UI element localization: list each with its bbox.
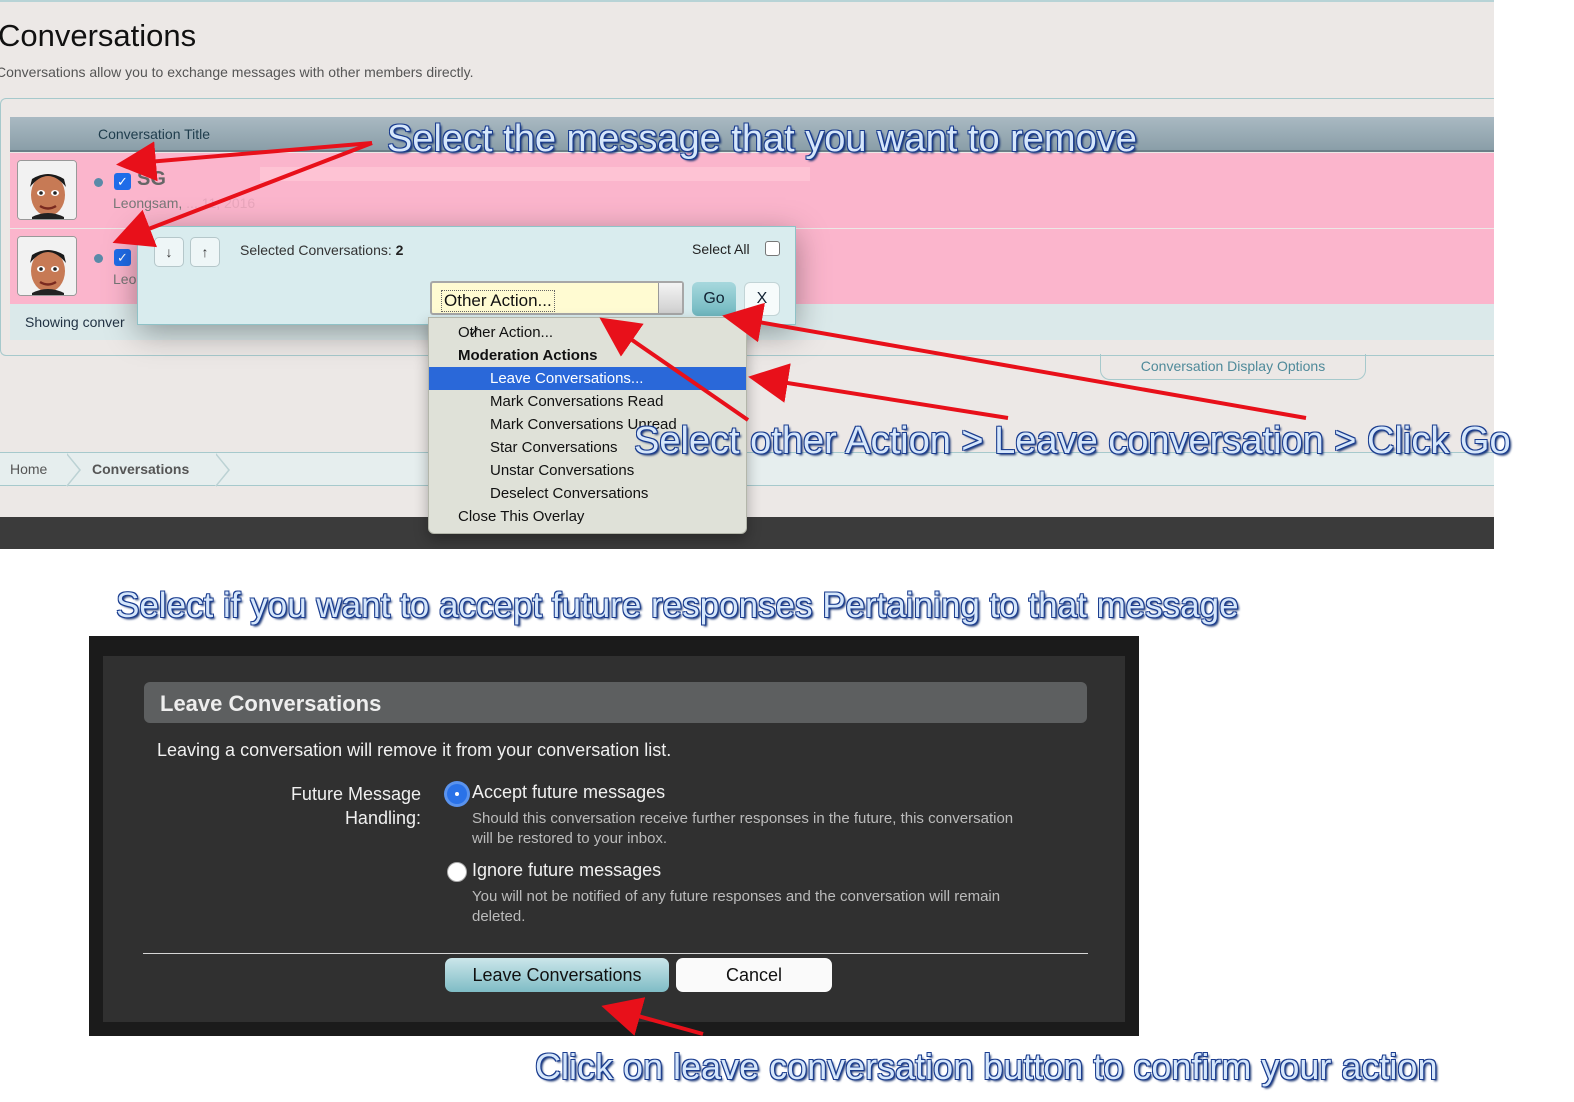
conversation-meta: Leo (113, 271, 136, 287)
accept-future-messages-label[interactable]: Accept future messages (472, 782, 665, 803)
select-all-checkbox[interactable] (765, 241, 780, 256)
forum-screenshot: Conversations Conversations allow you to… (0, 0, 1494, 549)
avatar[interactable] (17, 160, 77, 220)
dropdown-item-leave-conversations[interactable]: Leave Conversations... (429, 367, 746, 390)
breadcrumb-current[interactable]: Conversations (92, 461, 189, 477)
dialog-divider (143, 953, 1088, 954)
ignore-future-messages-help: You will not be notified of any future r… (472, 888, 1001, 925)
dropdown-item-deselect[interactable]: Deselect Conversations (429, 482, 746, 505)
dropdown-item-other-action[interactable]: ✓ Other Action... (429, 321, 746, 344)
conversation-title[interactable]: SG (137, 168, 166, 191)
conversation-author[interactable]: Leongsam, (113, 195, 182, 211)
selected-conversations-overlay: ↓ ↑ Selected Conversations: 2 Select All… (137, 226, 796, 325)
future-message-handling-label: Future Message Handling: (290, 784, 421, 828)
breadcrumb-separator-inner (66, 454, 79, 486)
conversation-date: ... 11, 2016 (186, 195, 256, 211)
dialog-title-bar: Leave Conversations (144, 682, 1087, 723)
check-icon: ✓ (468, 324, 481, 341)
dialog-title: Leave Conversations (160, 691, 382, 716)
row-select-checkbox[interactable]: ✓ (114, 249, 131, 266)
dropdown-group-moderation-actions: Moderation Actions (458, 347, 598, 364)
redacted-bar (260, 167, 810, 181)
avatar-face-icon (18, 237, 76, 295)
annotation-other-action: Select other Action > Leave conversation… (634, 420, 1511, 462)
select-knob-icon (658, 283, 682, 313)
accept-future-messages-help: Should this conversation receive further… (472, 810, 1014, 847)
action-select[interactable]: Other Action... (430, 281, 684, 315)
unread-bullet-icon (94, 178, 103, 187)
avatar[interactable] (17, 236, 77, 296)
row-select-checkbox[interactable]: ✓ (114, 173, 131, 190)
breadcrumb-separator-inner (215, 454, 228, 486)
conversation-row[interactable]: ✓ SG Leongsam, ... 11, 2016 (10, 153, 1494, 228)
leave-conversations-dialog: Leave Conversations Leaving a conversati… (89, 636, 1139, 1036)
forum-footer (0, 517, 1494, 549)
select-all-label[interactable]: Select All (692, 241, 750, 257)
dropdown-item-close-overlay[interactable]: Close This Overlay (429, 505, 746, 528)
ignore-future-messages-radio[interactable] (447, 862, 467, 882)
conversation-meta: Leongsam, ... 11, 2016 (113, 195, 255, 211)
annotation-accept-future: Select if you want to accept future resp… (116, 586, 1239, 625)
go-button[interactable]: Go (692, 282, 736, 316)
selected-label: Selected Conversations: (240, 242, 392, 258)
unread-bullet-icon (94, 254, 103, 263)
conversation-display-options-tab[interactable]: Conversation Display Options (1100, 354, 1366, 380)
column-conversation-title[interactable]: Conversation Title (98, 126, 210, 142)
conversation-author[interactable]: Leo (113, 271, 136, 287)
breadcrumb-home[interactable]: Home (10, 461, 47, 477)
scroll-down-button[interactable]: ↓ (154, 237, 184, 267)
annotation-click-leave: Click on leave conversation button to co… (535, 1046, 1438, 1087)
top-border (0, 0, 1494, 2)
selected-count-label: Selected Conversations: 2 (240, 242, 403, 258)
scroll-up-button[interactable]: ↑ (190, 237, 220, 267)
page-title: Conversations (0, 18, 197, 53)
showing-text: Showing conver (25, 314, 125, 330)
annotation-select-message: Select the message that you want to remo… (387, 118, 1137, 160)
close-overlay-button[interactable]: X (744, 282, 780, 316)
leave-conversations-button[interactable]: Leave Conversations (445, 958, 669, 992)
accept-future-messages-radio[interactable] (447, 784, 467, 804)
page-description: Conversations allow you to exchange mess… (0, 64, 474, 80)
dialog-description: Leaving a conversation will remove it fr… (157, 740, 672, 760)
selected-count: 2 (395, 242, 404, 258)
avatar-face-icon (18, 161, 76, 219)
dropdown-item-mark-read[interactable]: Mark Conversations Read (429, 390, 746, 413)
cancel-button[interactable]: Cancel (676, 958, 832, 992)
action-select-value: Other Action... (441, 290, 555, 312)
ignore-future-messages-label[interactable]: Ignore future messages (472, 860, 661, 881)
